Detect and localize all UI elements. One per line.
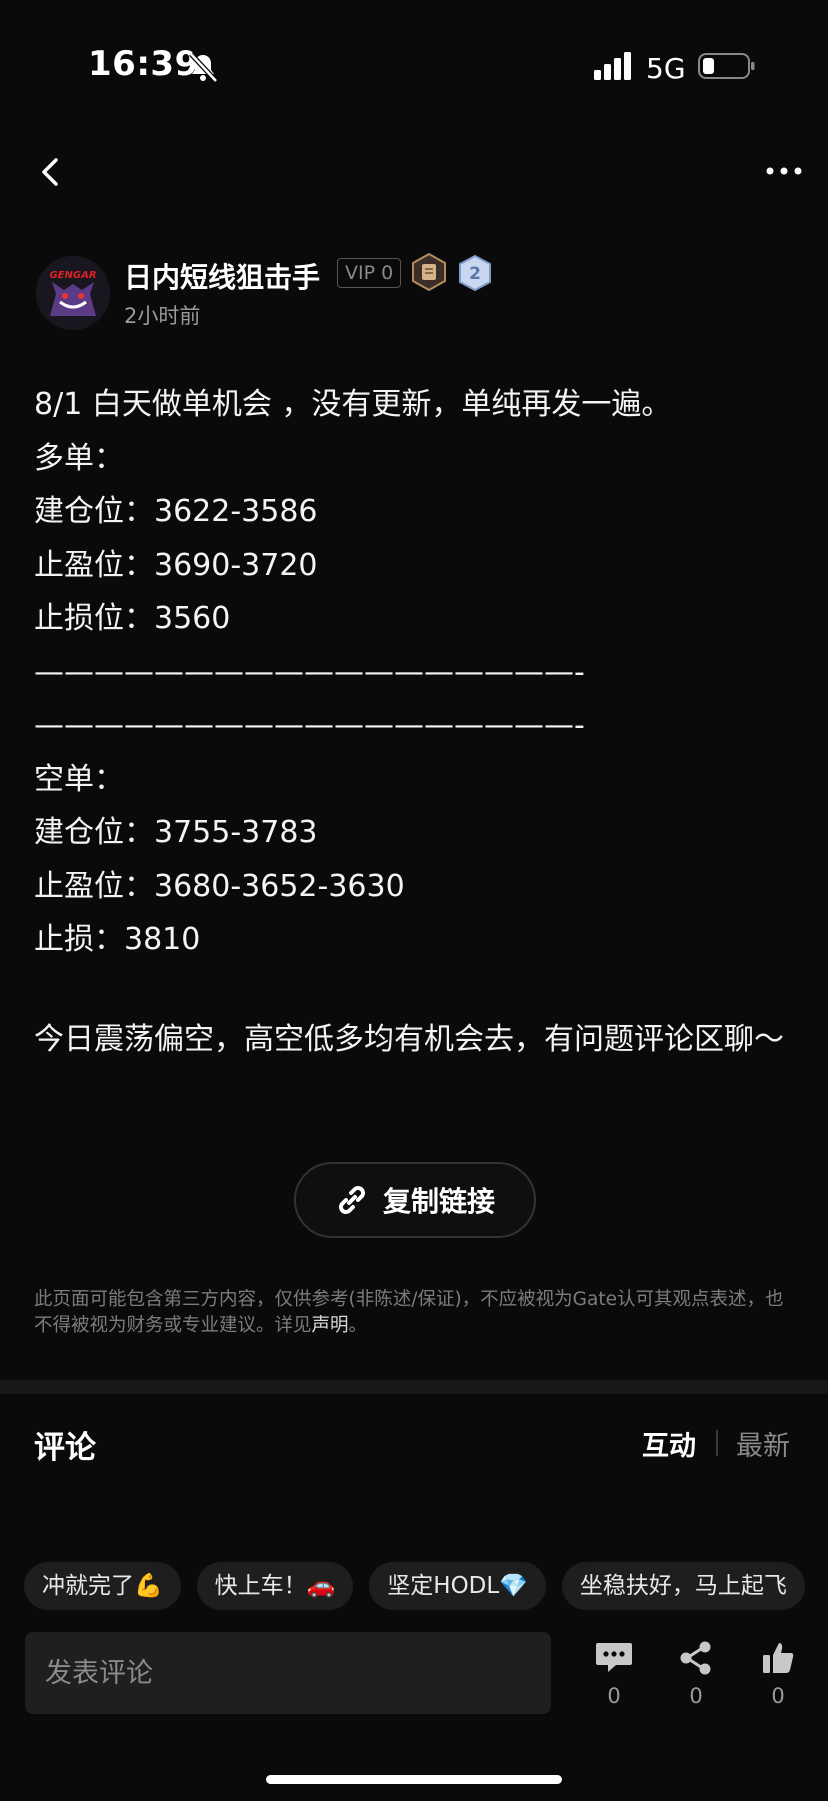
copy-link-button[interactable]: 复制链接 <box>294 1162 536 1238</box>
thumbs-up-icon <box>763 1643 794 1673</box>
back-icon[interactable] <box>34 152 68 192</box>
post-line: ——————————————————- <box>34 708 585 743</box>
quick-reply-chip[interactable]: 坚定HODL💎 <box>369 1562 546 1610</box>
like-count: 0 <box>771 1684 785 1708</box>
bell-muted-icon <box>189 52 218 83</box>
post-line: 建仓位：3622-3586 <box>34 494 318 529</box>
post-content: 8/1 白天做单机会 ，没有更新，单纯再发一遍。 多单： 建仓位：3622-35… <box>34 378 794 1066</box>
comments-title: 评论 <box>34 1430 96 1466</box>
svg-text:2: 2 <box>469 264 481 284</box>
quick-reply-chip[interactable]: 快上车！🚗 <box>196 1562 354 1610</box>
comment-input[interactable] <box>25 1632 551 1714</box>
share-action[interactable]: 0 <box>666 1640 726 1708</box>
comment-action[interactable]: 0 <box>584 1640 644 1708</box>
level-badge-icon: 2 <box>459 255 491 291</box>
comment-count: 0 <box>607 1684 621 1708</box>
vip-badge: VIP 0 <box>337 258 402 288</box>
author-name[interactable]: 日内短线狙击手 <box>124 256 320 296</box>
comment-input-box[interactable] <box>25 1632 551 1714</box>
more-icon[interactable] <box>764 160 804 182</box>
post-line: 止盈位：3690-3720 <box>34 547 318 583</box>
post-time: 2小时前 <box>124 304 201 328</box>
section-divider <box>0 1380 828 1394</box>
svg-text:GENGAR: GENGAR <box>49 270 96 281</box>
tab-separator <box>716 1430 718 1456</box>
post-line: 空单： <box>34 761 124 797</box>
tab-interaction[interactable]: 互动 <box>642 1424 696 1463</box>
link-icon <box>339 1186 365 1214</box>
network-type: 5G <box>646 52 686 85</box>
post-line: 止损：3810 <box>34 922 201 957</box>
disclaimer-end: 。 <box>348 1315 368 1336</box>
copy-link-label: 复制链接 <box>382 1185 495 1218</box>
disclaimer-text: 此页面可能包含第三方内容，仅供参考(非陈述/保证)，不应被视为Gate认可其观点… <box>34 1289 784 1336</box>
status-time: 16:39 <box>88 44 199 84</box>
share-icon <box>680 1641 711 1675</box>
quick-reply-chip[interactable]: 坐稳扶好，马上起飞 <box>561 1562 805 1610</box>
statement-link[interactable]: 声明 <box>312 1315 349 1336</box>
comment-icon <box>596 1643 632 1672</box>
signal-icon <box>594 52 631 80</box>
home-indicator <box>266 1775 562 1784</box>
avatar[interactable]: GENGAR <box>36 256 110 330</box>
post-line: 止损位：3560 <box>34 601 231 636</box>
avatar-image: GENGAR <box>36 256 110 330</box>
share-count: 0 <box>689 1684 703 1708</box>
post-line: ——————————————————- <box>34 654 585 690</box>
quick-reply-chips: 冲就完了💪 快上车！🚗 坚定HODL💎 坐稳扶好，马上起飞 <box>24 1562 805 1610</box>
post-line: 多单： <box>34 440 124 476</box>
disclaimer: 此页面可能包含第三方内容，仅供参考(非陈述/保证)，不应被视为Gate认可其观点… <box>34 1287 794 1339</box>
post-closing: 今日震荡偏空，高空低多均有机会去，有问题评论区聊～ <box>34 1021 784 1057</box>
post-line: 8/1 白天做单机会 ，没有更新，单纯再发一遍。 <box>34 387 672 422</box>
scroll-badge-icon <box>412 252 446 292</box>
post-line: 止盈位：3680-3652-3630 <box>34 868 405 904</box>
like-action[interactable]: 0 <box>748 1640 808 1708</box>
battery-icon <box>698 53 755 79</box>
quick-reply-chip[interactable]: 冲就完了💪 <box>24 1562 181 1610</box>
tab-latest[interactable]: 最新 <box>736 1424 790 1463</box>
post-line: 建仓位：3755-3783 <box>34 815 318 850</box>
